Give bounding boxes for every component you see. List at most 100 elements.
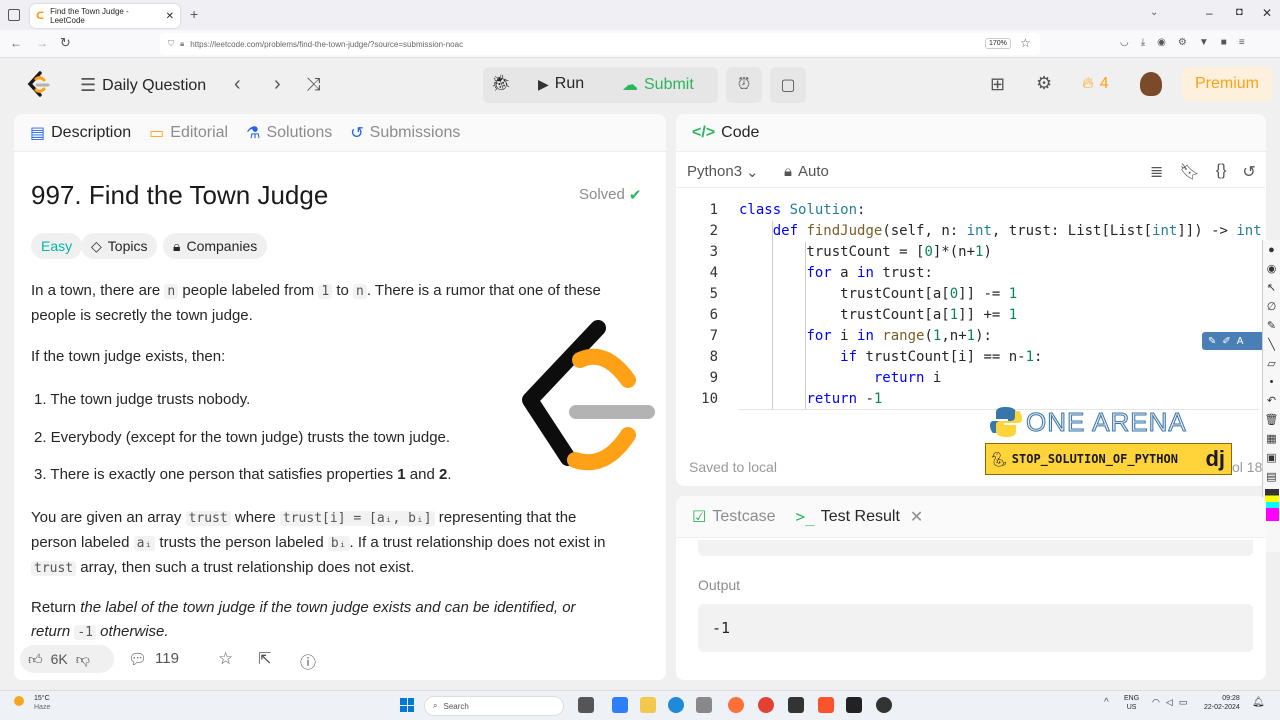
code-editor[interactable]: 1 class Solution: 2 def findJudge(self, n…	[676, 200, 1261, 410]
widgets-icon[interactable]	[612, 697, 628, 713]
marker-icon[interactable]: ✐	[1222, 336, 1230, 347]
eraser-icon[interactable]: ▱	[1267, 357, 1275, 370]
dot-icon[interactable]: •	[1270, 376, 1274, 388]
line-icon[interactable]: ╲	[1268, 338, 1275, 351]
brush-icon[interactable]: ✎	[1267, 319, 1276, 332]
undo-icon[interactable]: ↶	[1267, 394, 1276, 407]
camera-icon[interactable]: ▣	[1266, 451, 1276, 464]
url-bar[interactable]: ⛉ 🔒︎ https://leetcode.com/problems/find-…	[160, 33, 1040, 55]
chrome-icon[interactable]	[758, 697, 774, 713]
submit-button[interactable]: ☁ Submit	[622, 75, 694, 95]
topics-tag[interactable]: ◇ Topics	[81, 233, 158, 259]
account-icon[interactable]: ◉	[1157, 37, 1166, 51]
save-icon[interactable]: ▤	[1266, 470, 1276, 483]
store-icon[interactable]	[696, 697, 712, 713]
pen-icon[interactable]: ✎	[1208, 336, 1216, 347]
close-tab-icon[interactable]: ✕	[910, 507, 923, 527]
cursor-icon[interactable]: ↖	[1267, 281, 1276, 294]
tray-chevron-icon[interactable]: ^	[1104, 697, 1109, 708]
close-tab-icon[interactable]: ✕	[166, 11, 174, 22]
format-icon[interactable]: ≣	[1150, 162, 1163, 182]
reload-icon[interactable]: ↻	[60, 35, 71, 51]
file-explorer-icon[interactable]	[640, 697, 656, 713]
tab-submissions[interactable]: ↺ Submissions	[350, 123, 460, 143]
premium-button[interactable]: Premium	[1182, 67, 1272, 101]
tab-editorial[interactable]: ▭ Editorial	[149, 123, 228, 143]
debug-icon[interactable]: 🐞︎	[491, 73, 511, 93]
zoom-level[interactable]: 170%	[985, 38, 1011, 49]
task-view-icon[interactable]	[578, 697, 594, 713]
app-icon[interactable]	[846, 697, 862, 713]
edge-icon[interactable]	[668, 697, 684, 713]
timer-icon[interactable]: ⏰︎	[726, 67, 762, 103]
extensions-icon[interactable]: ⚙	[1178, 37, 1187, 51]
text-tool-icon[interactable]: A	[1237, 336, 1244, 347]
tab-description[interactable]: ▤ Description	[30, 123, 131, 143]
run-button[interactable]: ▶ Run	[538, 75, 584, 93]
comments-button[interactable]: 💬︎ 119	[128, 650, 179, 668]
thumbs-up-icon[interactable]: 👍︎	[28, 651, 43, 668]
autocomplete-toggle[interactable]: 🔒︎ Auto	[784, 163, 829, 180]
color-palette[interactable]	[1264, 489, 1279, 521]
weather-widget[interactable]: 15°C Haze	[34, 694, 50, 712]
daily-question-button[interactable]: ☰ Daily Question	[80, 75, 206, 96]
windows-start-icon[interactable]	[400, 698, 414, 712]
logo-icon[interactable]: ●	[1268, 244, 1275, 256]
volume-icon[interactable]: ◁	[1166, 697, 1173, 708]
share-icon[interactable]: ⇱	[258, 649, 271, 669]
leetcode-logo-icon[interactable]	[26, 70, 52, 100]
minimize-icon[interactable]: –	[1206, 6, 1213, 20]
terminal-app-icon[interactable]	[788, 697, 804, 713]
firefox-icon[interactable]	[728, 697, 744, 713]
lasso-icon[interactable]: ∅	[1267, 300, 1277, 313]
streak-counter[interactable]: 🔥︎ 4	[1082, 75, 1109, 93]
prev-question-icon[interactable]: ‹	[234, 73, 241, 96]
settings-gear-icon[interactable]: ⚙	[1036, 73, 1052, 94]
difficulty-badge[interactable]: Easy	[31, 233, 83, 259]
wifi-icon[interactable]: ◠	[1152, 697, 1160, 708]
tab-test-result[interactable]: >_ Test Result ✕	[795, 507, 923, 527]
notification-icon[interactable]: 🔔︎	[1252, 697, 1265, 708]
layout-icon[interactable]: ⊞	[990, 74, 1005, 95]
pocket-icon[interactable]: ◡	[1120, 37, 1129, 51]
list-tabs-icon[interactable]: ⌄	[1150, 7, 1158, 18]
tab-solutions[interactable]: ⚗ Solutions	[246, 123, 332, 143]
menu-icon[interactable]: ≡	[1239, 37, 1245, 51]
brave-icon[interactable]	[818, 697, 834, 713]
thumbs-down-icon[interactable]: 👎︎	[76, 651, 90, 668]
forward-icon[interactable]: →	[36, 36, 48, 50]
obs-icon[interactable]	[876, 697, 892, 713]
reset-icon[interactable]: ↺	[1242, 162, 1255, 182]
shuffle-icon[interactable]: ⤨	[306, 74, 320, 95]
back-icon[interactable]: ←	[10, 36, 22, 50]
maximize-icon[interactable]: ◘	[1236, 6, 1243, 18]
bookmark-star-icon[interactable]: ☆	[1020, 36, 1031, 50]
trash-icon[interactable]: 🗑︎	[1265, 413, 1279, 426]
notes-icon[interactable]: ▢	[770, 67, 806, 103]
check-circle-icon: ✔	[628, 187, 642, 204]
close-window-icon[interactable]: ✕	[1262, 6, 1272, 20]
braces-icon[interactable]: {}	[1216, 162, 1227, 182]
language-indicator[interactable]: ENG US	[1124, 694, 1139, 712]
new-tab-icon[interactable]: +	[190, 6, 198, 22]
favorite-star-icon[interactable]: ☆	[218, 649, 233, 669]
avatar[interactable]	[1140, 72, 1162, 96]
clock[interactable]: 09:28 22-02-2024	[1204, 694, 1240, 712]
browser-tab[interactable]: ᑕ Find the Town Judge - LeetCode ✕	[30, 4, 180, 28]
streak-count: 4	[1099, 75, 1109, 92]
sidebar-toggle-icon[interactable]	[8, 9, 20, 21]
filter-icon[interactable]: ▼	[1199, 37, 1209, 51]
next-question-icon[interactable]: ›	[274, 73, 281, 96]
tab-testcase[interactable]: ☑ Testcase	[692, 507, 775, 527]
extension-square-icon[interactable]: ■	[1221, 37, 1227, 51]
eye-icon[interactable]: ◉	[1267, 262, 1277, 275]
companies-tag[interactable]: 🔒︎ Companies	[163, 233, 268, 259]
bookmark-icon[interactable]: 🔖︎	[1179, 162, 1199, 182]
grid-icon[interactable]: ▦	[1266, 432, 1276, 445]
weather-icon[interactable]	[14, 696, 24, 706]
language-select[interactable]: Python3 ⌄	[687, 163, 759, 181]
download-icon[interactable]: ⤓	[1141, 37, 1145, 51]
battery-icon[interactable]: ▭	[1179, 697, 1188, 708]
taskbar-search[interactable]: ⌕ Search	[424, 696, 564, 716]
help-icon[interactable]: ⓘ	[300, 649, 316, 673]
